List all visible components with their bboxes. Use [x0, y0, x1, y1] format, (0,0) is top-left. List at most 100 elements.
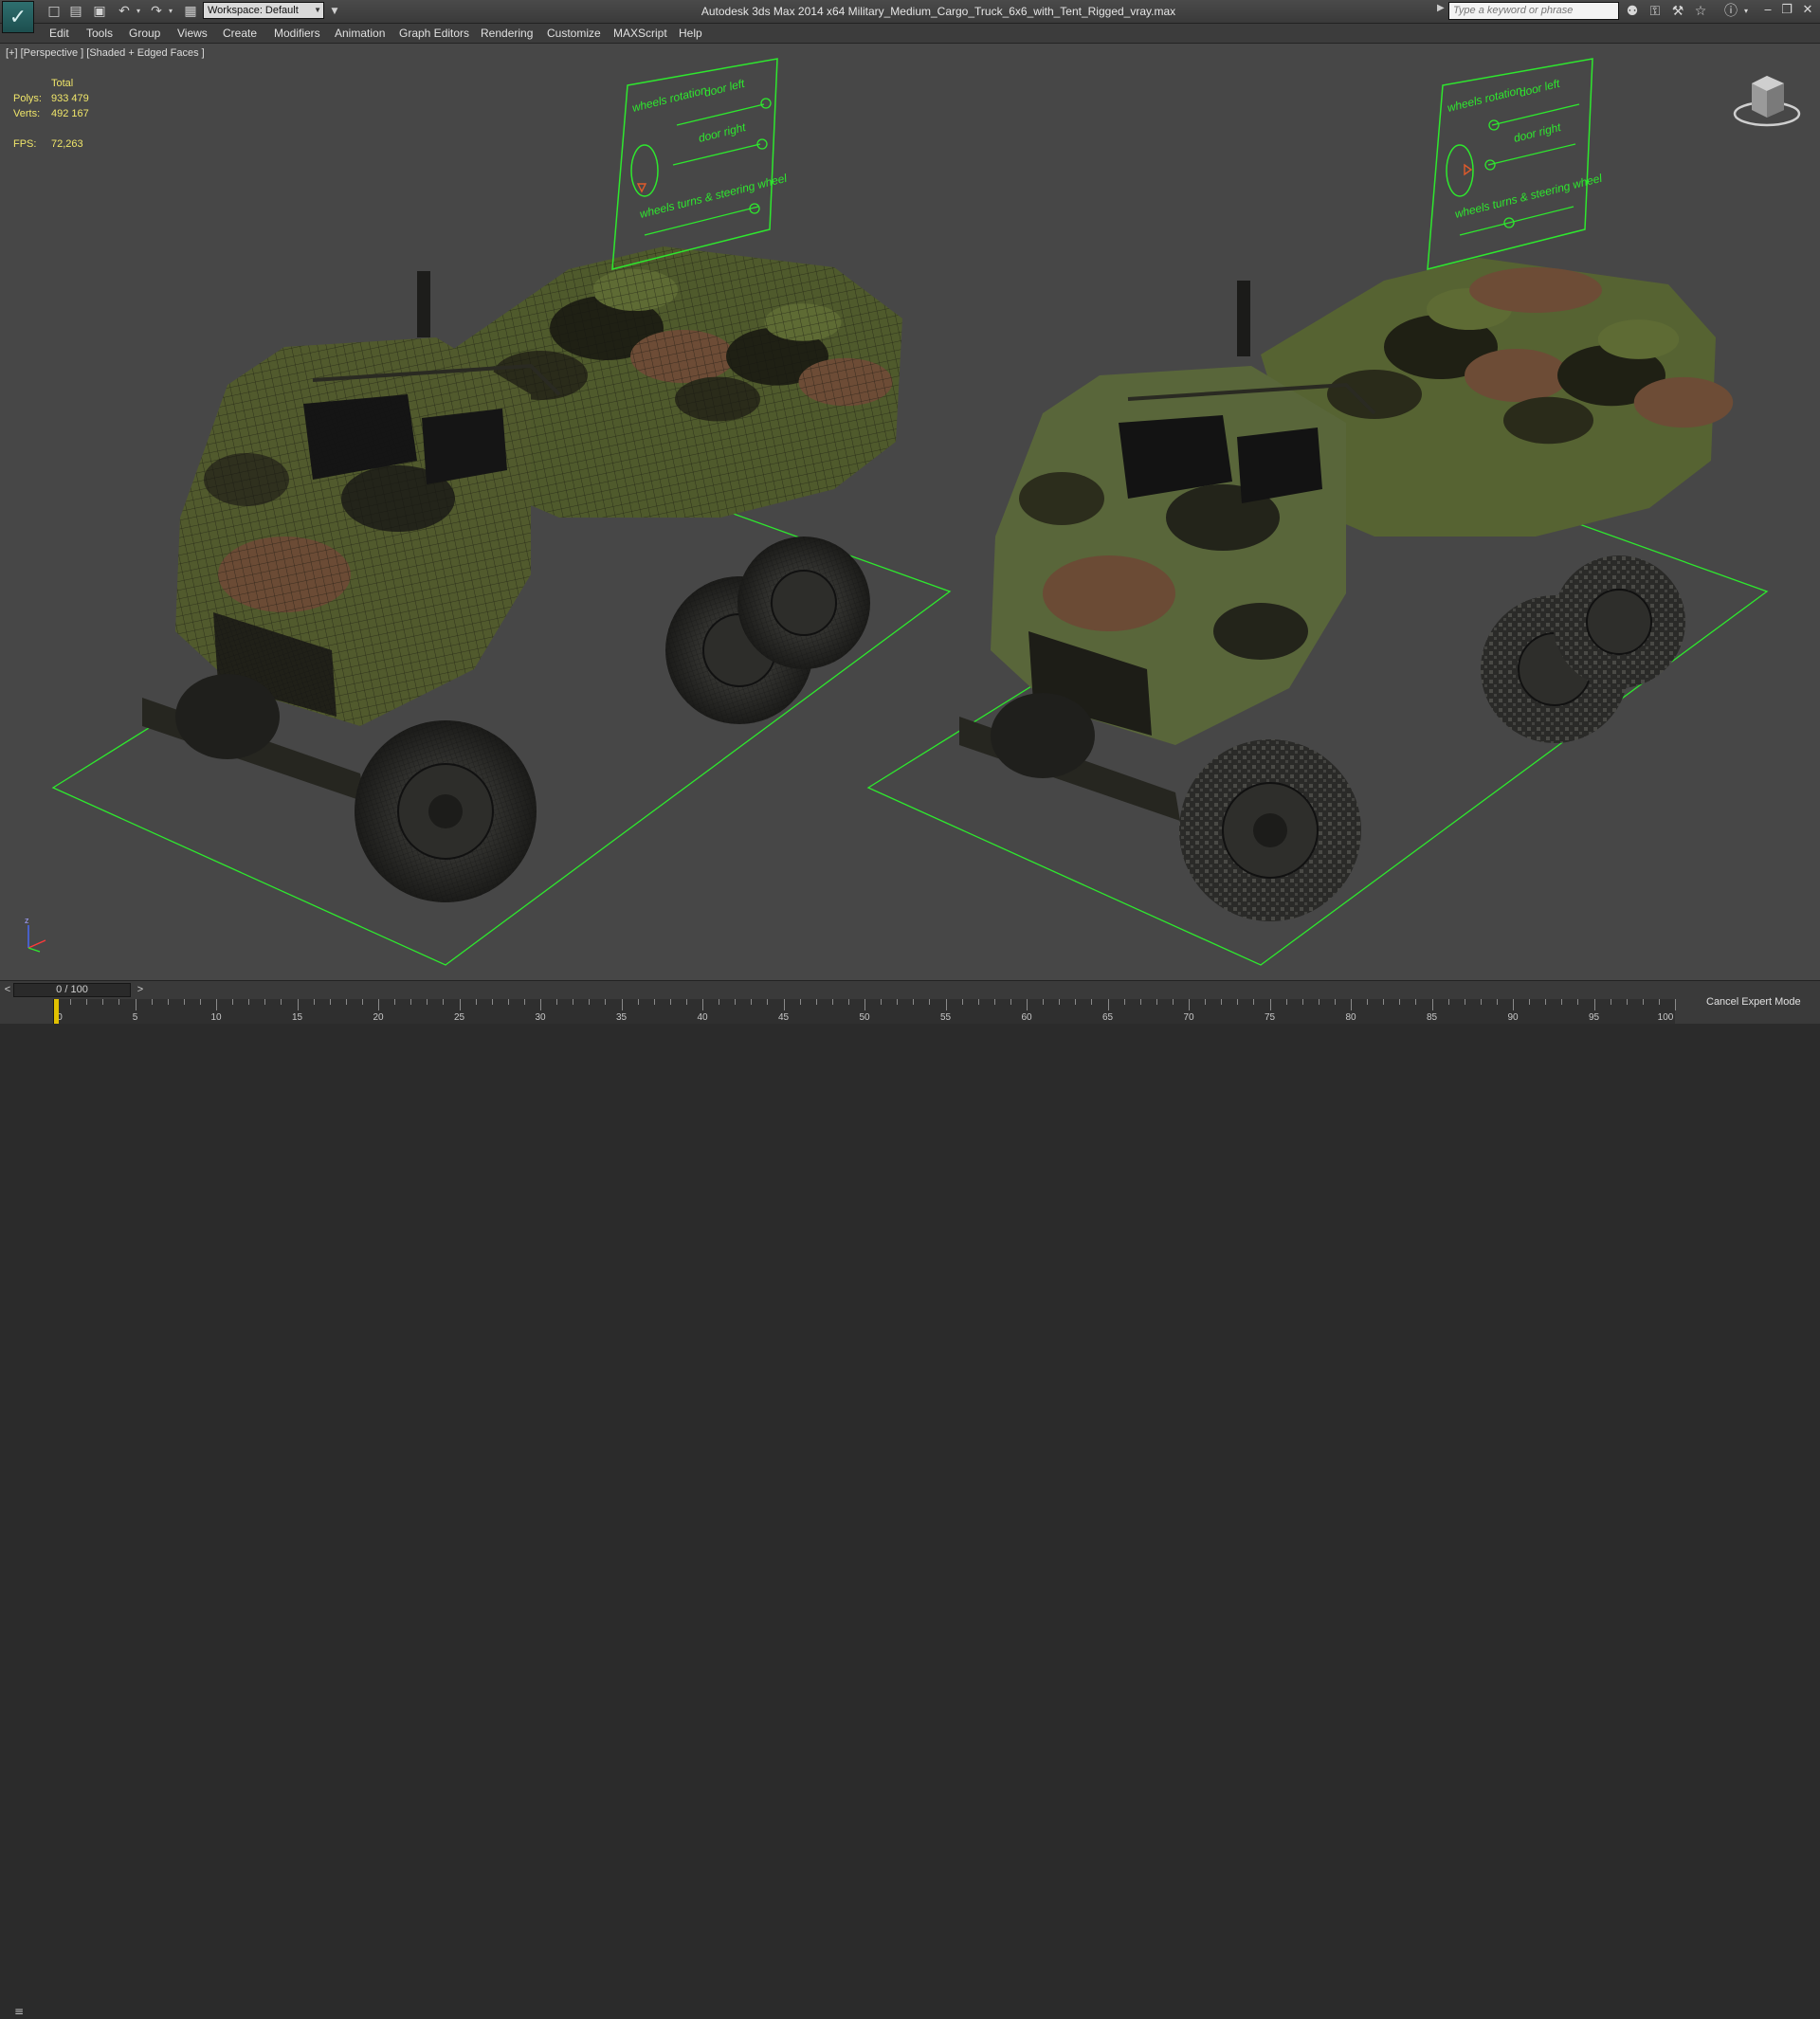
ruler-tick [1351, 999, 1352, 1010]
menu-maxscript[interactable]: MAXScript [613, 24, 667, 43]
stats-verts-value: 492 167 [51, 108, 89, 119]
wheel-rotation-dial[interactable] [630, 144, 659, 197]
ruler-tick [475, 999, 477, 1005]
rig-label-wheels-rotation-2: wheels rotation [1446, 83, 1523, 115]
menu-create[interactable]: Create [223, 24, 257, 43]
ruler-tick [669, 999, 671, 1005]
ruler-tick [1318, 999, 1320, 1005]
mini-curve-editor-icon[interactable]: ≡ [8, 2004, 30, 2019]
key-icon[interactable]: ⚿ [1646, 2, 1665, 21]
ruler-tick [70, 999, 72, 1005]
ruler-tick [232, 999, 234, 1005]
menu-bar: Edit Tools Group Views Create Modifiers … [0, 24, 1820, 44]
ruler-tick [151, 999, 153, 1005]
ruler-tick-label: 30 [535, 1012, 546, 1023]
scene-canvas: wheels rotation door left door right whe… [25, 58, 1801, 966]
close-icon[interactable]: ✕ [1799, 1, 1816, 20]
rig-label-door-right: door right [697, 120, 747, 145]
restore-icon[interactable]: ❐ [1778, 1, 1795, 20]
ruler-tick [1237, 999, 1239, 1005]
app-logo-icon[interactable]: ✓ [2, 1, 34, 33]
rig-panel-left[interactable]: wheels rotation door left door right whe… [611, 58, 789, 270]
rig-panel-right[interactable]: wheels rotation door left door right whe… [1427, 58, 1604, 270]
tools-icon[interactable]: ⚒ [1668, 2, 1687, 21]
menu-customize[interactable]: Customize [547, 24, 601, 43]
search-input[interactable]: Type a keyword or phrase [1448, 2, 1619, 20]
ruler-tick-label: 5 [132, 1012, 138, 1023]
truck-rendered[interactable] [959, 258, 1734, 921]
ruler-tick [847, 999, 849, 1005]
ruler-tick [264, 999, 266, 1005]
rig-label-wheels-turns-2: wheels turns & steering wheel [1453, 172, 1603, 221]
viewport-label[interactable]: [+] [Perspective ] [Shaded + Edged Faces… [6, 47, 205, 59]
binoculars-icon[interactable]: ⚉ [1623, 2, 1642, 21]
ruler-tick [491, 999, 493, 1005]
ruler-tick-label: 45 [777, 1012, 790, 1023]
ruler-tick-label: 15 [291, 1012, 303, 1023]
menu-help[interactable]: Help [679, 24, 702, 43]
viewcube-icon[interactable] [1733, 76, 1801, 127]
ruler-tick [1577, 999, 1579, 1005]
ruler-tick-label: 90 [1507, 1012, 1519, 1023]
ruler-tick [831, 999, 833, 1005]
help-dropdown-icon[interactable]: ▾ [1737, 2, 1756, 21]
customize-quick-access-icon[interactable]: ▼ [326, 3, 343, 20]
menu-graph-editors[interactable]: Graph Editors [399, 24, 469, 43]
time-prev-icon[interactable]: < [2, 982, 13, 998]
menu-edit[interactable]: Edit [49, 24, 69, 43]
ruler-tick [799, 999, 801, 1005]
ruler-tick-label: 80 [1345, 1012, 1356, 1023]
ruler-tick [297, 999, 299, 1010]
time-next-icon[interactable]: > [135, 982, 146, 998]
ruler-tick [1205, 999, 1207, 1005]
ruler-tick-label: 35 [615, 1012, 628, 1023]
undo-dropdown-icon[interactable]: ▾ [130, 3, 147, 20]
ruler-tick [459, 999, 461, 1010]
ruler-tick [1383, 999, 1385, 1005]
ruler-tick [1675, 999, 1676, 1010]
menu-rendering[interactable]: Rendering [481, 24, 533, 43]
ruler-tick [102, 999, 104, 1005]
save-file-icon[interactable]: ▣ [91, 3, 108, 20]
ruler-tick [248, 999, 250, 1005]
menu-tools[interactable]: Tools [86, 24, 113, 43]
track-ruler[interactable]: 0 5 10 15 20 25 30 35 40 45 50 55 60 65 70 75 80 85 90 95 10… [53, 999, 1676, 1024]
cancel-expert-mode-button[interactable]: Cancel Expert Mode [1706, 991, 1801, 1012]
chevron-down-icon: ▼ [314, 6, 321, 14]
favorites-star-icon[interactable]: ☆ [1691, 2, 1710, 21]
rig-label-wheels-rotation: wheels rotation [630, 83, 708, 115]
minimize-icon[interactable]: ‒ [1759, 1, 1776, 20]
ruler-tick [1027, 999, 1028, 1010]
new-file-icon[interactable]: □ [46, 3, 63, 20]
ruler-tick [881, 999, 883, 1005]
workspace-label: Workspace: Default [208, 5, 299, 16]
ruler-tick-label: 55 [939, 1012, 952, 1023]
ruler-tick [815, 999, 817, 1005]
open-file-icon[interactable]: ▤ [67, 3, 84, 20]
ruler-tick [1480, 999, 1482, 1005]
time-slider[interactable]: 0 / 100 [13, 983, 131, 997]
ruler-tick [605, 999, 607, 1005]
ruler-tick [1172, 999, 1174, 1005]
workspace-select[interactable]: Workspace: Default ▼ [203, 2, 324, 19]
menu-group[interactable]: Group [129, 24, 160, 43]
rig-label-door-right-2: door right [1512, 120, 1562, 145]
ruler-tick-label: 75 [1264, 1012, 1276, 1023]
redo-dropdown-icon[interactable]: ▾ [162, 3, 179, 20]
ruler-tick [864, 999, 865, 1010]
project-folder-icon[interactable]: ▦ [182, 3, 199, 20]
ruler-tick [329, 999, 331, 1005]
time-playhead[interactable] [54, 999, 59, 1024]
menu-views[interactable]: Views [177, 24, 208, 43]
rig-label-wheels-turns: wheels turns & steering wheel [638, 172, 788, 221]
ruler-tick [1139, 999, 1141, 1005]
menu-animation[interactable]: Animation [335, 24, 385, 43]
ruler-tick [86, 999, 88, 1005]
truck-wireframe[interactable] [142, 246, 902, 902]
menu-modifiers[interactable]: Modifiers [274, 24, 320, 43]
stats-total-label: Total [51, 78, 74, 89]
search-expand-icon[interactable]: ▶ [1437, 3, 1445, 13]
door-left-slider-knob[interactable] [760, 98, 772, 109]
perspective-viewport[interactable]: [+] [Perspective ] [Shaded + Edged Faces… [0, 44, 1820, 980]
ruler-tick-label: 25 [453, 1012, 465, 1023]
